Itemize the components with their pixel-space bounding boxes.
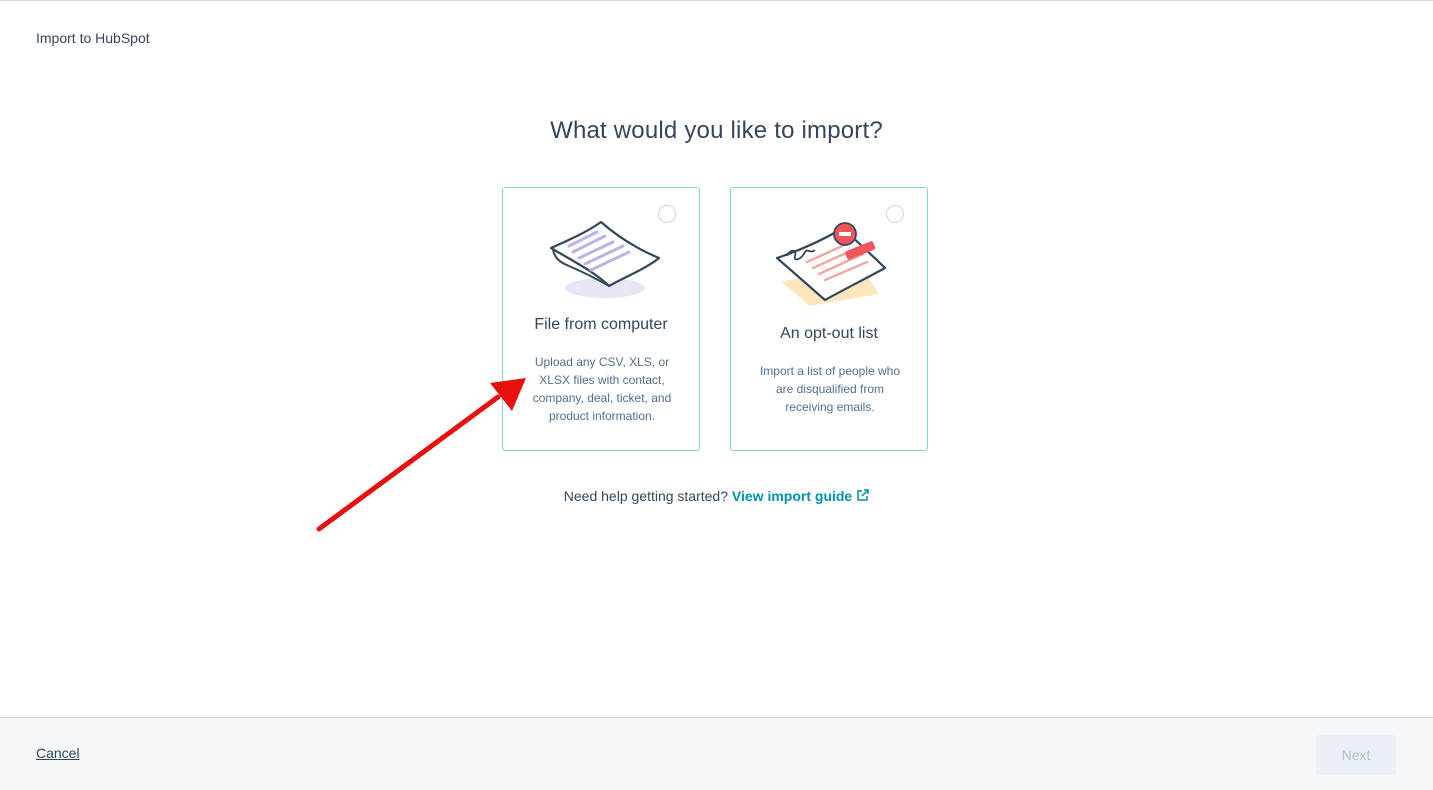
file-document-illustration	[549, 220, 661, 298]
option-card-opt-out-list[interactable]: An opt-out list Import a list of people …	[730, 187, 928, 451]
option-description: Upload any CSV, XLS, or XLSX files with …	[532, 355, 672, 423]
opt-out-document-illustration	[775, 222, 887, 306]
view-import-guide-label: View import guide	[731, 488, 853, 504]
option-card-file-from-computer[interactable]: File from computer Upload any CSV, XLS, …	[502, 187, 700, 451]
help-line: Need help getting started? View import g…	[0, 488, 1433, 505]
app-title: Import to HubSpot	[36, 30, 150, 46]
page-heading: What would you like to import?	[550, 117, 883, 144]
option-title: An opt-out list	[780, 325, 878, 342]
view-import-guide-link[interactable]: View import guide	[732, 488, 869, 504]
external-link-icon	[856, 489, 869, 505]
help-text: Need help getting started?	[563, 488, 729, 504]
option-description: Import a list of people who are disquali…	[759, 364, 901, 414]
next-button[interactable]: Next	[1316, 735, 1396, 775]
import-page: Import to HubSpot What would you like to…	[0, 0, 1433, 790]
footer-bar: Cancel Next	[0, 717, 1433, 790]
option-title: File from computer	[534, 316, 668, 333]
cancel-button[interactable]: Cancel	[36, 745, 80, 761]
